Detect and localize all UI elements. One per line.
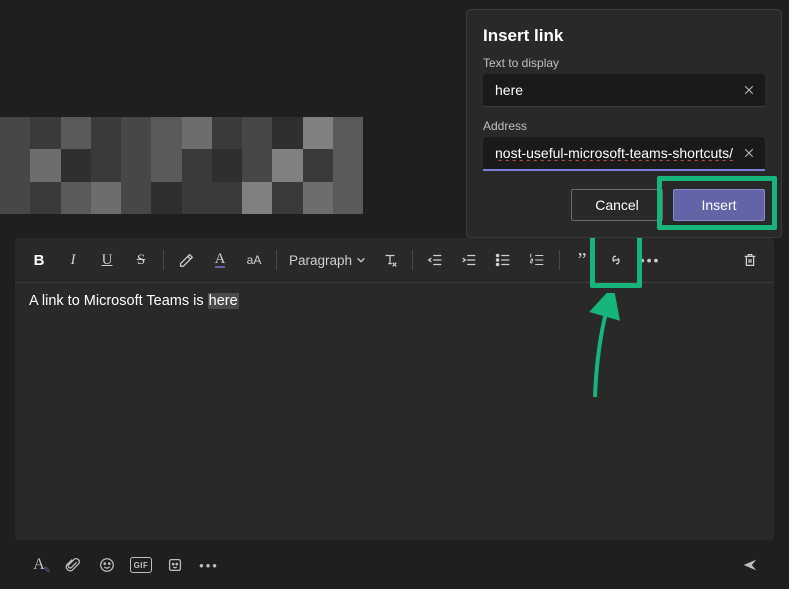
indent-button[interactable] <box>453 244 485 276</box>
gif-button[interactable]: GIF <box>127 551 155 579</box>
insert-link-dialog: Insert link Text to display Address Canc… <box>466 9 782 238</box>
paragraph-style-dropdown[interactable]: Paragraph <box>283 244 372 276</box>
italic-button[interactable]: I <box>57 244 89 276</box>
cancel-button[interactable]: Cancel <box>571 189 663 221</box>
compose-editor: B I U S A aA Paragraph <box>15 238 774 540</box>
more-options-button[interactable]: ••• <box>634 244 666 276</box>
delete-button[interactable] <box>734 244 766 276</box>
text-to-display-input[interactable] <box>483 74 765 107</box>
bulleted-list-button[interactable] <box>487 244 519 276</box>
gif-label: GIF <box>130 557 152 573</box>
paragraph-style-label: Paragraph <box>289 253 352 268</box>
message-body[interactable]: A link to Microsoft Teams is here <box>15 283 774 540</box>
clear-formatting-button[interactable] <box>374 244 406 276</box>
dialog-title: Insert link <box>483 26 765 46</box>
selected-text: here <box>208 293 239 309</box>
separator <box>559 250 560 270</box>
sticker-button[interactable] <box>161 551 189 579</box>
numbered-list-button[interactable] <box>521 244 553 276</box>
clear-text-icon[interactable] <box>739 79 759 103</box>
strikethrough-button[interactable]: S <box>125 244 157 276</box>
send-button[interactable] <box>736 551 764 579</box>
text-to-display-label: Text to display <box>483 56 765 70</box>
compose-actions-strip: A✎ GIF ••• <box>15 548 774 582</box>
separator <box>163 250 164 270</box>
redacted-preview <box>0 117 363 214</box>
font-size-button[interactable]: aA <box>238 244 270 276</box>
more-actions-button[interactable]: ••• <box>195 551 223 579</box>
emoji-button[interactable] <box>93 551 121 579</box>
attach-button[interactable] <box>59 551 87 579</box>
address-label: Address <box>483 119 765 133</box>
font-color-button[interactable]: A <box>204 244 236 276</box>
clear-address-icon[interactable] <box>739 142 759 166</box>
separator <box>412 250 413 270</box>
outdent-button[interactable] <box>419 244 451 276</box>
insert-link-button[interactable] <box>600 244 632 276</box>
quote-button[interactable]: ” <box>566 244 598 276</box>
insert-button[interactable]: Insert <box>673 189 765 221</box>
highlight-color-button[interactable] <box>170 244 202 276</box>
underline-button[interactable]: U <box>91 244 123 276</box>
bold-button[interactable]: B <box>23 244 55 276</box>
format-toggle-button[interactable]: A✎ <box>25 551 53 579</box>
format-toolbar: B I U S A aA Paragraph <box>15 238 774 283</box>
address-input[interactable] <box>483 137 765 171</box>
separator <box>276 250 277 270</box>
message-text: A link to Microsoft Teams is <box>29 293 208 309</box>
